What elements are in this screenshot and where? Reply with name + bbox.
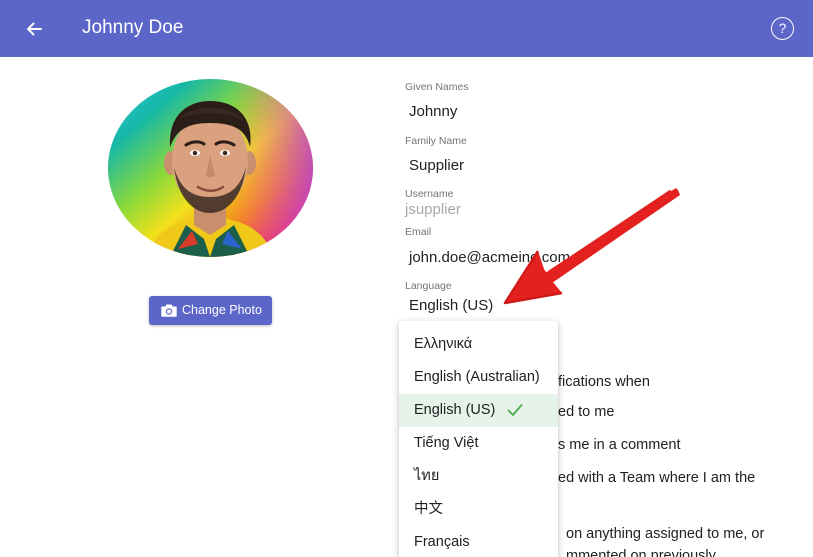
notification-option-team: ed with a Team where I am the [558, 470, 756, 486]
back-button[interactable] [20, 15, 48, 43]
username-value: jsupplier [405, 201, 461, 218]
change-photo-label: Change Photo [182, 303, 262, 317]
check-icon [507, 404, 523, 416]
notification-option-assigned: ed to me [558, 404, 615, 420]
notification-option-comment-cont: mmented on previously [566, 548, 716, 557]
camera-icon [161, 304, 177, 317]
app-bar: Johnny Doe ? [0, 0, 813, 57]
language-option-english-australian[interactable]: English (Australian) [399, 361, 558, 394]
notification-text-line: fications when [558, 374, 650, 390]
language-option-label: Tiếng Việt [414, 435, 479, 451]
notification-option-mentioned: s me in a comment [558, 437, 681, 453]
language-label: Language [405, 280, 452, 292]
family-name-label: Family Name [405, 135, 467, 147]
language-option-chinese[interactable]: 中文 [399, 493, 558, 526]
given-names-input[interactable]: Johnny [409, 103, 457, 120]
help-button[interactable]: ? [771, 17, 794, 40]
language-option-thai[interactable]: ไทย [399, 460, 558, 493]
language-option-label: 中文 [414, 501, 443, 517]
notification-option-comment: on anything assigned to me, or [566, 526, 765, 542]
given-names-label: Given Names [405, 81, 469, 93]
page-title: Johnny Doe [82, 17, 184, 38]
avatar [108, 79, 313, 257]
help-circle-icon: ? [778, 20, 787, 36]
language-option-english-us[interactable]: English (US) [399, 394, 558, 427]
username-label: Username [405, 188, 454, 200]
language-option-label: Ελληνικά [414, 336, 473, 352]
change-photo-button[interactable]: Change Photo [149, 296, 272, 325]
language-dropdown-menu: Ελληνικά English (Australian) English (U… [399, 321, 558, 557]
language-option-label: Français [414, 534, 470, 550]
language-option-label: English (US) [414, 402, 496, 418]
language-option-label: ไทย [414, 468, 440, 484]
family-name-input[interactable]: Supplier [409, 157, 464, 174]
language-select[interactable]: English (US) [409, 297, 493, 314]
email-label: Email [405, 226, 432, 238]
language-option-vietnamese[interactable]: Tiếng Việt [399, 427, 558, 460]
language-option-french[interactable]: Français [399, 526, 558, 557]
language-option-greek[interactable]: Ελληνικά [399, 328, 558, 361]
arrow-left-icon [27, 22, 42, 36]
language-option-label: English (Australian) [414, 369, 540, 385]
red-arrow-annotation [503, 188, 680, 305]
